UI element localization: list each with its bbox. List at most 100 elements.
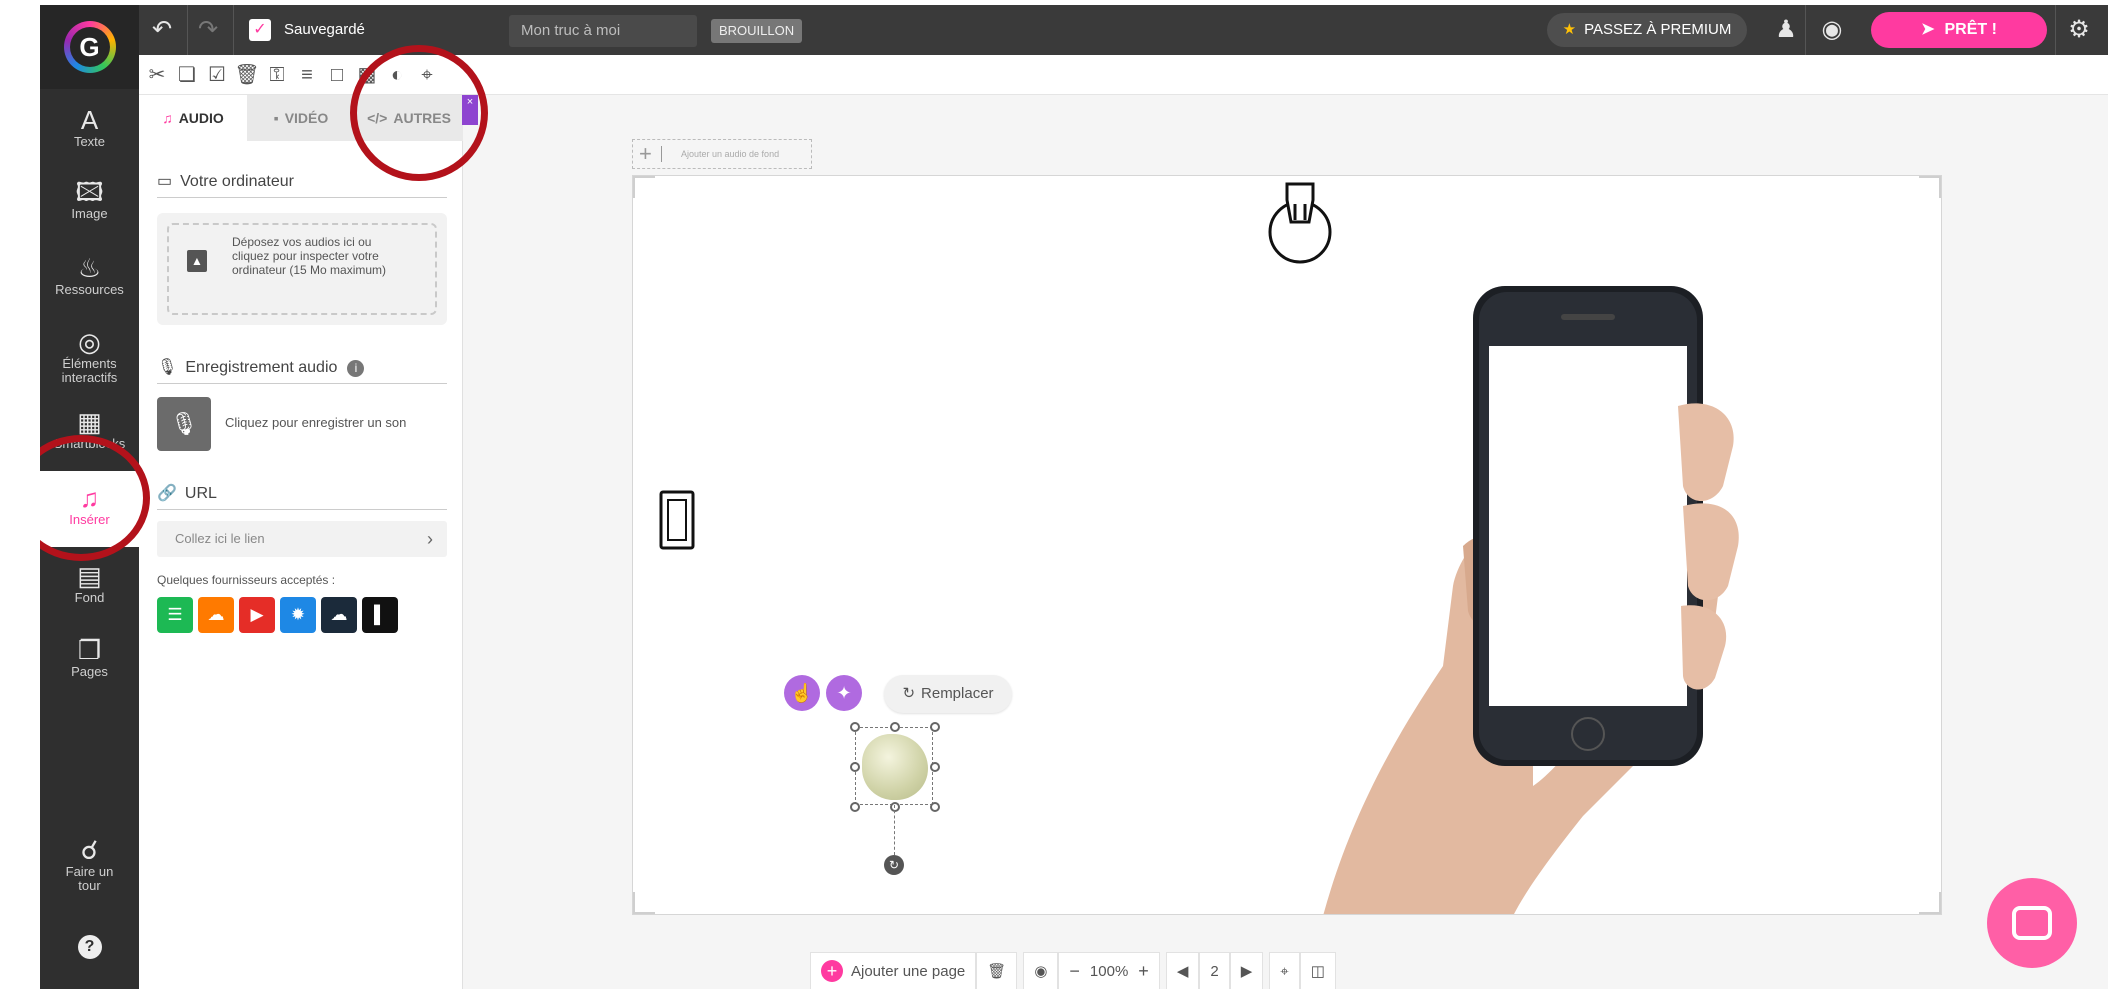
click-animation-icon: ✦ [836, 683, 852, 703]
zoom-out-icon[interactable]: − [1069, 961, 1080, 982]
spotify-icon: ☰ [157, 597, 193, 633]
fit-frame-icon: ⌖ [1280, 962, 1289, 980]
go-premium-button[interactable]: ★ PASSEZ À PREMIUM [1547, 13, 1747, 47]
draft-status-badge: BROUILLON [711, 19, 803, 43]
pages-icon: ❐ [77, 635, 102, 665]
preview-eye-icon[interactable]: ◉ [1817, 15, 1847, 45]
delete-icon[interactable]: 🗑 [233, 61, 261, 89]
rail-item-background[interactable]: ▤ Fond [40, 561, 139, 605]
document-title-input[interactable]: Mon truc à moi [509, 15, 697, 47]
tour-briefcase-icon: ☌ [80, 835, 99, 865]
rail-item-text[interactable]: A Texte [40, 105, 139, 149]
tab-audio[interactable]: ♫ AUDIO [139, 95, 247, 141]
url-section-title: 🔗 URL [157, 483, 447, 510]
page-number[interactable]: 2 [1199, 952, 1230, 989]
ready-publish-button[interactable]: ➤ PRÊT ! [1871, 12, 2047, 48]
app-logo[interactable]: G [40, 5, 139, 89]
touch-interaction-button[interactable]: ☝ [784, 675, 820, 711]
microphone-icon: 🎙 [157, 359, 178, 376]
saved-status: Sauvegardé [284, 21, 365, 38]
video-camera-icon: ▪ [273, 110, 279, 126]
refresh-icon: ↻ [902, 685, 916, 702]
resize-handle[interactable] [930, 802, 940, 812]
resize-handle[interactable] [930, 722, 940, 732]
plus-icon: + [639, 141, 652, 166]
link-icon: 🔗 [157, 485, 177, 502]
help-button[interactable]: ? [40, 935, 139, 959]
lightbulb-icon[interactable] [1265, 180, 1335, 272]
laptop-icon: ▭ [157, 173, 173, 190]
rotate-guide [894, 805, 895, 855]
lock-icon[interactable]: ⚿ [263, 61, 291, 89]
triangle-left-icon: ◀ [1176, 963, 1189, 980]
app-window: G A Texte 🖾 Image ♨ Ressources ◎ Élément… [40, 5, 2108, 989]
next-page-button[interactable]: ▶ [1229, 952, 1264, 989]
resize-handle[interactable] [930, 762, 940, 772]
selected-crumpled-paper-image[interactable] [850, 722, 940, 812]
add-page-button[interactable]: + Ajouter une page [810, 952, 977, 989]
audio-dropzone[interactable]: ▲ Déposez vos audios ici ou cliquez pour… [157, 213, 447, 325]
undo-icon[interactable]: ↶ [147, 15, 177, 45]
previous-page-button[interactable]: ◀ [1165, 952, 1200, 989]
shapes-icon: ♨ [77, 253, 102, 283]
upload-file-icon: ▲ [187, 250, 207, 272]
music-note-icon: ♫ [162, 110, 173, 126]
help-icon: ? [77, 935, 102, 959]
resize-handle[interactable] [850, 722, 860, 732]
layers-icon[interactable]: ≡ [293, 61, 321, 89]
info-icon[interactable]: i [347, 360, 365, 377]
animation-button[interactable]: ✦ [826, 675, 862, 711]
rail-item-resources[interactable]: ♨ Ressources [40, 253, 139, 297]
hand-pointer-icon: ☝ [790, 683, 814, 703]
insert-panel: ♫ AUDIO ▪ VIDÉO </> AUTRES × ▭ Votre ordinat… [139, 95, 478, 989]
frame-icon[interactable]: □ [323, 61, 351, 89]
soundcloud-icon: ☁ [198, 597, 234, 633]
resize-handle[interactable] [850, 802, 860, 812]
canvas-page[interactable] [632, 175, 1942, 915]
paste-icon[interactable]: ☑ [203, 61, 231, 89]
resize-handle[interactable] [890, 802, 900, 812]
replace-button[interactable]: ↻ Remplacer [884, 675, 1012, 713]
resize-handle[interactable] [850, 762, 860, 772]
background-hatch-icon: ▤ [77, 561, 102, 591]
settings-gear-icon[interactable]: ⚙ [2064, 15, 2094, 45]
add-collaborator-icon[interactable]: ♟ [1771, 15, 1801, 45]
cut-icon[interactable]: ✂ [143, 61, 171, 89]
providers-label: Quelques fournisseurs acceptés : [157, 573, 336, 587]
redo-icon[interactable]: ↷ [193, 15, 223, 45]
rotate-handle-icon[interactable]: ↻ [884, 855, 904, 875]
resize-handle[interactable] [890, 722, 900, 732]
tab-video[interactable]: ▪ VIDÉO [247, 95, 355, 141]
duplicate-icon[interactable]: ❏ [173, 61, 201, 89]
rocket-icon: ➤ [1921, 21, 1935, 38]
deezer-icon: ✹ [280, 597, 316, 633]
rail-item-tour[interactable]: ☌ Faire un tour [40, 835, 139, 893]
audio-wave-icon: ▌ [362, 597, 398, 633]
chat-support-button[interactable] [1987, 878, 2077, 968]
zoom-in-icon[interactable]: + [1138, 961, 1149, 982]
add-background-audio[interactable]: + Ajouter un audio de fond [632, 139, 812, 169]
zoom-control: − 100% + [1058, 952, 1160, 989]
light-switch-icon[interactable] [659, 490, 695, 550]
text-icon: A [80, 105, 99, 135]
chevron-right-icon[interactable]: › [427, 521, 433, 557]
chat-bubble-icon [2012, 906, 2052, 940]
zoom-level: 100% [1089, 962, 1129, 980]
dual-page-button[interactable]: ◫ [1299, 952, 1336, 989]
fit-page-button[interactable]: ⌖ [1269, 952, 1300, 989]
trash-icon: 🗑 [987, 963, 1007, 980]
bottom-bar: + Ajouter une page 🗑 ◉ − 100% + ◀ 2 ▶ ⌖ ◫ [810, 952, 1336, 989]
rail-item-interactive[interactable]: ◎ Éléments interactifs [40, 327, 139, 385]
record-audio-label[interactable]: Cliquez pour enregistrer un son [225, 415, 406, 430]
triangle-right-icon: ▶ [1240, 963, 1253, 980]
rail-item-pages[interactable]: ❐ Pages [40, 635, 139, 679]
preview-page-button[interactable]: ◉ [1023, 952, 1059, 989]
hand-holding-phone-image[interactable] [1283, 286, 1803, 915]
dual-page-icon: ◫ [1310, 963, 1325, 980]
smartblocks-icon: ▦ [77, 407, 102, 437]
interactive-target-icon: ◎ [78, 327, 101, 357]
rail-item-image[interactable]: 🖾 Image [40, 177, 139, 221]
delete-page-button[interactable]: 🗑 [976, 952, 1018, 989]
url-input[interactable]: Collez ici le lien › [157, 521, 447, 557]
record-audio-button[interactable]: 🎙 [157, 397, 211, 451]
